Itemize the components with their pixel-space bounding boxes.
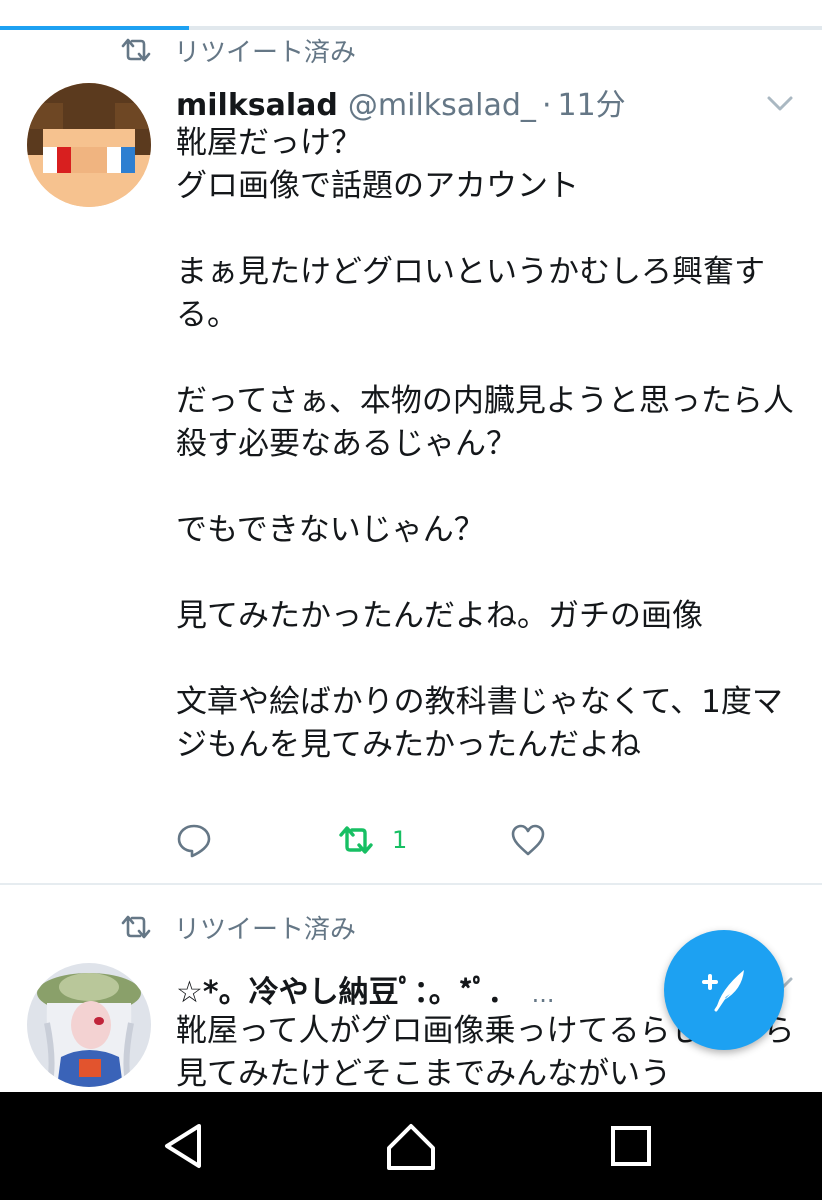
compose-tweet-button[interactable] bbox=[664, 930, 784, 1050]
reply-icon bbox=[177, 824, 211, 858]
tweet-card[interactable]: リツイート済み milksalad @milksalad_ · 11分 靴屋だっ… bbox=[0, 30, 822, 885]
avatar[interactable] bbox=[27, 963, 151, 1087]
back-icon[interactable] bbox=[155, 1118, 211, 1174]
compose-tweet-icon bbox=[702, 970, 744, 1012]
tweet-header: ☆*。冷やし納豆ﾟ：。*ﾟ． ... bbox=[176, 967, 554, 1011]
system-navigation-bar bbox=[0, 1092, 822, 1200]
like-icon bbox=[511, 824, 545, 856]
tweet-actions: 1 bbox=[176, 818, 776, 862]
author-name[interactable]: ☆*。冷やし納豆ﾟ：。*ﾟ． bbox=[176, 967, 518, 1011]
avatar-anime bbox=[27, 963, 151, 1087]
avatar[interactable] bbox=[27, 83, 151, 207]
author-handle[interactable]: @milksalad_ bbox=[348, 88, 536, 123]
retweet-icon bbox=[121, 915, 151, 939]
retweeted-indicator: リツイート済み bbox=[120, 32, 356, 68]
recent-apps-icon[interactable] bbox=[603, 1118, 659, 1174]
twitter-timeline-screen: リツイート済み milksalad @milksalad_ · 11分 靴屋だっ… bbox=[0, 0, 822, 1200]
retweeted-indicator: リツイート済み bbox=[120, 909, 356, 945]
name-truncation: ... bbox=[531, 980, 555, 1008]
reply-button[interactable] bbox=[176, 818, 212, 862]
retweet-button[interactable]: 1 bbox=[338, 818, 407, 862]
author-name[interactable]: milksalad bbox=[176, 88, 338, 123]
chevron-down-icon[interactable] bbox=[766, 94, 794, 114]
tweet-text: 靴屋だっけ？ グロ画像で話題のアカウント まぁ見たけどグロいというかむしろ興奮す… bbox=[176, 125, 794, 763]
avatar-pixel bbox=[27, 83, 151, 207]
home-icon[interactable] bbox=[383, 1118, 439, 1174]
retweet-icon bbox=[339, 826, 373, 854]
like-button[interactable] bbox=[510, 818, 546, 862]
retweet-icon bbox=[121, 38, 151, 62]
retweet-count: 1 bbox=[392, 826, 408, 854]
tweet-header: milksalad @milksalad_ · 11分 bbox=[176, 80, 626, 124]
retweeted-label: リツイート済み bbox=[174, 914, 357, 945]
retweeted-label: リツイート済み bbox=[174, 37, 357, 68]
separator-dot: · bbox=[541, 88, 552, 123]
tweet-timestamp[interactable]: 11分 bbox=[557, 80, 625, 124]
